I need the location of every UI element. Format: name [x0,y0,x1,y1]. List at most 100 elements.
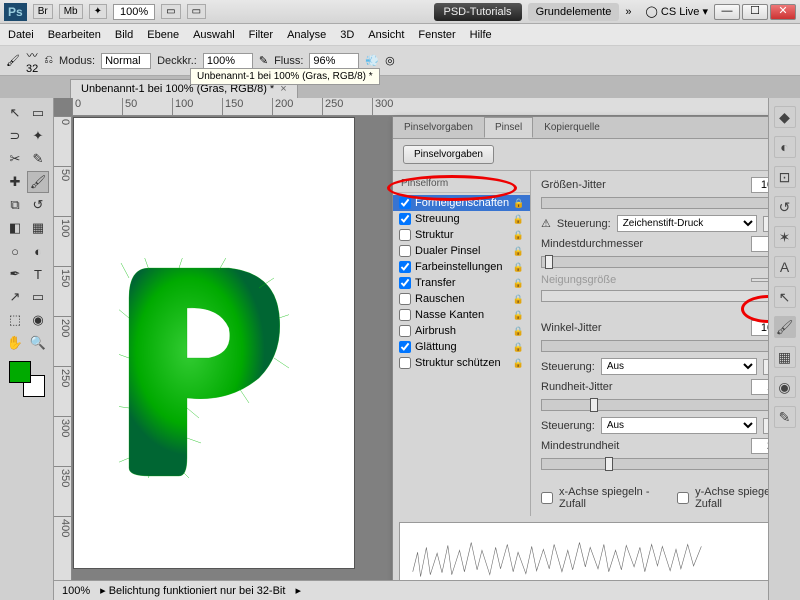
navigator-panel-icon[interactable]: ⊡ [774,166,796,188]
menu-auswahl[interactable]: Auswahl [193,29,235,41]
winkel-jitter-value[interactable] [751,320,768,336]
color-swatches[interactable] [9,361,45,397]
winkel-jitter-slider[interactable] [541,340,768,352]
steuerung3-select[interactable]: Aus [601,417,757,434]
brush-option-streuung[interactable]: Streuung🔒 [393,211,530,227]
xachse-checkbox[interactable] [541,492,553,504]
pinselform-header[interactable]: Pinselform [393,175,530,193]
lock-icon[interactable]: 🔒 [513,278,524,289]
heal-tool[interactable]: ✚ [4,171,26,193]
lock-icon[interactable]: 🔒 [513,342,524,353]
bridge-button[interactable]: Br [33,4,53,19]
brush-option-nasse-kanten[interactable]: Nasse Kanten🔒 [393,307,530,323]
menu-filter[interactable]: Filter [249,29,273,41]
brush-option-checkbox[interactable] [399,293,411,305]
rundheit-slider[interactable] [541,399,768,411]
brush-panel-icon[interactable]: 🖌 [774,316,796,338]
menu-fenster[interactable]: Fenster [418,29,455,41]
dodge-tool[interactable]: ◐ [27,240,49,262]
brush-option-checkbox[interactable] [399,309,411,321]
lasso-tool[interactable]: ⊃ [4,125,26,147]
lock-icon[interactable]: 🔒 [513,358,524,369]
steuerung2-select[interactable]: Aus [601,358,757,375]
airbrush-icon[interactable]: 💨 [365,54,379,67]
workspace-tab-psd[interactable]: PSD-Tutorials [434,3,522,21]
tablet-opacity-icon[interactable]: ✎ [259,54,268,67]
lock-icon[interactable]: 🔒 [513,214,524,225]
layers-panel-icon[interactable]: ◆ [774,106,796,128]
tablet-size-icon[interactable]: ◎ [385,54,395,67]
crop-tool[interactable]: ✂ [4,148,26,170]
pinselvorgaben-button[interactable]: Pinselvorgaben [403,145,494,164]
minimize-button[interactable]: — [714,4,740,20]
character-panel-icon[interactable]: A [774,256,796,278]
marquee-tool[interactable]: ▭ [27,102,49,124]
groessen-jitter-value[interactable] [751,177,768,193]
brush-option-formeigenschaften[interactable]: Formeigenschaften🔒 [393,195,530,211]
rundheit-value[interactable] [751,379,768,395]
swatches-panel-icon[interactable]: ▦ [774,346,796,368]
cslive-button[interactable]: ◯ CS Live ▾ [646,5,708,18]
lock-icon[interactable]: 🔒 [513,294,524,305]
deckkr-input[interactable] [203,53,253,69]
brush-option-checkbox[interactable] [399,261,411,273]
workspace-tab-grund[interactable]: Grundelemente [528,3,620,21]
lock-icon[interactable]: 🔒 [513,246,524,257]
gradient-tool[interactable]: ▦ [27,217,49,239]
brush-option-struktur-schützen[interactable]: Struktur schützen🔒 [393,355,530,371]
history-brush-tool[interactable]: ↺ [27,194,49,216]
tab-pinsel[interactable]: Pinsel [484,117,533,138]
mindestrund-slider[interactable] [541,458,768,470]
styles-panel-icon[interactable]: ✎ [774,406,796,428]
color-panel-icon[interactable]: ◉ [774,376,796,398]
history-panel-icon[interactable]: ↺ [774,196,796,218]
screen-mode-button[interactable]: ▭ [187,4,206,19]
view-button[interactable]: ▭ [161,4,180,19]
steuerung1-select[interactable]: Zeichenstift-Druck [617,215,757,232]
lock-icon[interactable]: 🔒 [513,310,524,321]
brush-preview-icon[interactable]: 〰 [27,47,38,63]
brush-option-dualer-pinsel[interactable]: Dualer Pinsel🔒 [393,243,530,259]
mindestrund-value[interactable] [751,438,768,454]
brush-option-rauschen[interactable]: Rauschen🔒 [393,291,530,307]
menu-3d[interactable]: 3D [340,29,354,41]
brush-option-airbrush[interactable]: Airbrush🔒 [393,323,530,339]
groessen-jitter-slider[interactable] [541,197,768,209]
cursor-icon[interactable]: ↖ [774,286,796,308]
brush-option-checkbox[interactable] [399,245,411,257]
move-tool[interactable]: ↖ [4,102,26,124]
actions-panel-icon[interactable]: ✶ [774,226,796,248]
tab-kopierquelle[interactable]: Kopierquelle [533,117,611,138]
brush-tool[interactable]: 🖌 [27,171,49,193]
maximize-button[interactable]: ☐ [742,4,768,20]
brush-option-farbeinstellungen[interactable]: Farbeinstellungen🔒 [393,259,530,275]
path-tool[interactable]: ↗ [4,286,26,308]
hand-tool[interactable]: ✋ [4,332,26,354]
foreground-color[interactable] [9,361,31,383]
type-tool[interactable]: T [27,263,49,285]
document-canvas[interactable] [74,118,354,568]
minibridge-button[interactable]: Mb [59,4,83,19]
menu-ebene[interactable]: Ebene [147,29,179,41]
brush-option-checkbox[interactable] [399,229,411,241]
brush-panel-toggle-icon[interactable]: ⎌ [44,54,53,67]
hand-button[interactable]: ✦ [89,4,107,19]
brush-option-checkbox[interactable] [399,357,411,369]
brush-option-checkbox[interactable] [399,341,411,353]
fluss-input[interactable] [309,53,359,69]
brush-option-checkbox[interactable] [399,325,411,337]
close-button[interactable]: ✕ [770,4,796,20]
eraser-tool[interactable]: ◧ [4,217,26,239]
mindest-value[interactable] [751,236,768,252]
stamp-tool[interactable]: ⧉ [4,194,26,216]
status-zoom[interactable]: 100% [62,585,90,597]
menu-bild[interactable]: Bild [115,29,133,41]
shape-tool[interactable]: ▭ [27,286,49,308]
brush-option-glättung[interactable]: Glättung🔒 [393,339,530,355]
menu-datei[interactable]: Datei [8,29,34,41]
adjustments-panel-icon[interactable]: ◐ [774,136,796,158]
brush-option-transfer[interactable]: Transfer🔒 [393,275,530,291]
3d-tool[interactable]: ⬚ [4,309,26,331]
blur-tool[interactable]: ○ [4,240,26,262]
menu-hilfe[interactable]: Hilfe [470,29,492,41]
